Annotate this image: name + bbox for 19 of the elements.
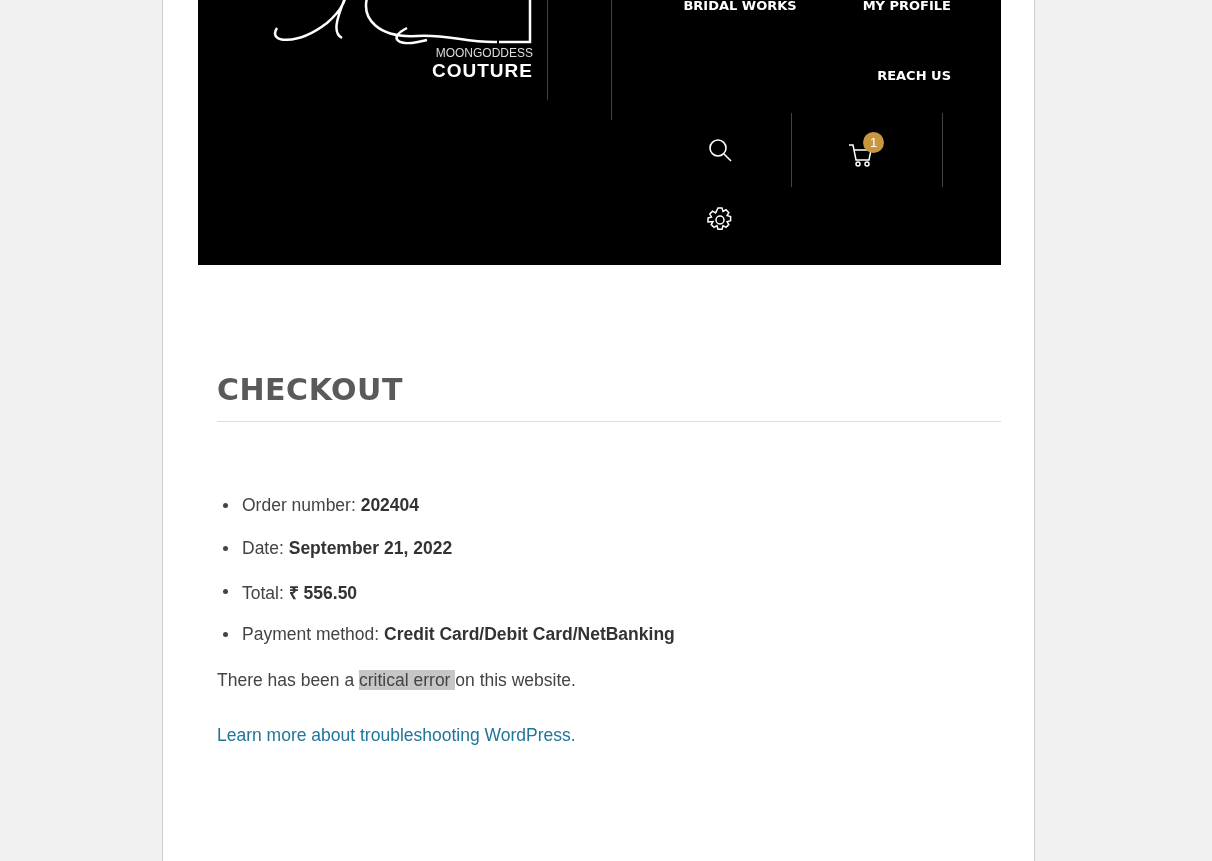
help-link[interactable]: Learn more about troubleshooting WordPress. xyxy=(217,725,576,746)
search-icon[interactable] xyxy=(708,138,732,162)
order-detail: Date: September 21, 2022 xyxy=(242,538,453,559)
order-detail: Order number: 202404 xyxy=(242,495,420,516)
order-detail: Total: ₹ 556.50 xyxy=(242,581,358,604)
cart-count-badge: 1 xyxy=(863,132,884,153)
bullet-icon xyxy=(223,589,228,594)
bullet-icon xyxy=(223,632,228,637)
page-title: CHECKOUT xyxy=(217,372,1001,422)
bullet-icon xyxy=(223,546,228,551)
nav-link[interactable]: MY PROFILE xyxy=(862,0,951,12)
order-detail: Payment method: Credit Card/Debit Card/NetBanking xyxy=(242,624,675,645)
settings-icon[interactable] xyxy=(707,207,733,233)
error-message: There has been a critical error on this website. xyxy=(217,670,577,691)
nav-link[interactable]: BRIDAL WORKS xyxy=(683,0,797,12)
brand-name: COUTURE xyxy=(432,60,533,82)
bullet-icon xyxy=(223,503,228,508)
nav-link[interactable]: REACH US xyxy=(877,70,951,86)
brand-name: MOONGODDESS xyxy=(435,46,533,60)
